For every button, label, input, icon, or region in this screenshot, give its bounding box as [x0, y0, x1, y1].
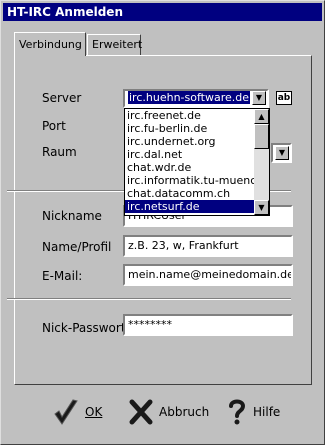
- ok-button[interactable]: OK: [53, 394, 102, 430]
- list-scrollbar[interactable]: ▲ ▼: [254, 109, 269, 215]
- abbruch-label: Abbruch: [159, 405, 210, 419]
- window-title: HT-IRC Anmelden: [3, 3, 322, 21]
- hilfe-button[interactable]: Hilfe: [227, 394, 280, 430]
- password-input[interactable]: ********: [123, 314, 293, 336]
- email-input[interactable]: mein.name@meinedomain.de: [123, 264, 293, 286]
- server-dropdown-list[interactable]: irc.freenet.de irc.fu-berlin.de irc.unde…: [124, 108, 270, 216]
- triangle-down-icon: ▼: [258, 203, 265, 212]
- chevron-down-icon: ▼: [255, 93, 263, 102]
- help-question-icon: [227, 398, 247, 426]
- triangle-up-icon: ▲: [258, 112, 265, 121]
- tab-verbindung[interactable]: Verbindung: [14, 32, 86, 56]
- list-item[interactable]: irc.undernet.org: [125, 135, 269, 148]
- name-input[interactable]: z.B. 23, w, Frankfurt: [123, 235, 293, 257]
- cancel-x-icon: [129, 399, 153, 425]
- separator: [7, 298, 291, 300]
- login-dialog: HT-IRC Anmelden Verbindung Erweitert Ser…: [0, 0, 325, 445]
- scroll-down-button[interactable]: ▼: [254, 200, 269, 215]
- tab-erweitert[interactable]: Erweitert: [87, 34, 142, 55]
- abbruch-button[interactable]: Abbruch: [129, 394, 209, 430]
- list-item[interactable]: irc.dal.net: [125, 148, 269, 161]
- list-item-selected[interactable]: irc.netsurf.de: [125, 200, 269, 213]
- list-item[interactable]: chat.wdr.de: [125, 161, 269, 174]
- server-dropdown-button[interactable]: ▼: [252, 91, 266, 105]
- ok-label: OK: [85, 405, 103, 419]
- scroll-thumb[interactable]: [254, 124, 269, 149]
- hilfe-label: Hilfe: [253, 405, 281, 419]
- scroll-up-button[interactable]: ▲: [254, 109, 269, 124]
- list-item[interactable]: chat.datacomm.ch: [125, 187, 269, 200]
- list-item[interactable]: irc.informatik.tu-muenchen.: [125, 174, 269, 187]
- list-item[interactable]: irc.fu-berlin.de: [125, 122, 269, 135]
- checkmark-icon: [53, 398, 79, 426]
- list-item[interactable]: irc.freenet.de: [125, 109, 269, 122]
